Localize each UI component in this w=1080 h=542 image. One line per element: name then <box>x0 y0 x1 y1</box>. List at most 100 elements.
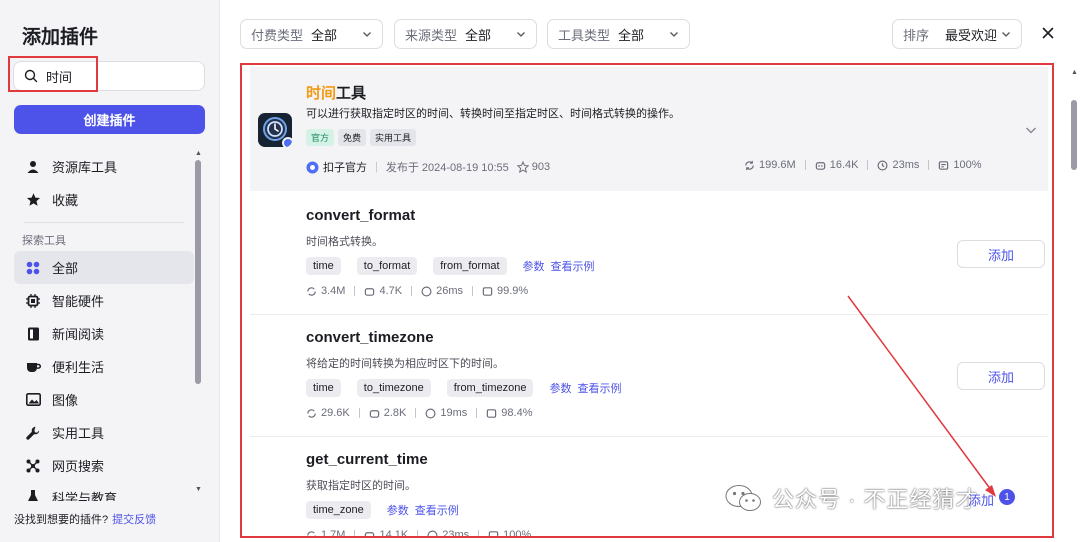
calls-icon <box>745 160 754 170</box>
sidebar-footer: 没找到想要的插件? 提交反馈 <box>14 511 156 527</box>
sort-label: 排序 <box>903 27 930 43</box>
plugin-tags: 官方 免费 实用工具 <box>306 129 417 146</box>
sidebar-item-favorites[interactable]: 收藏 <box>14 183 194 216</box>
title-highlight: 时间 <box>306 85 337 102</box>
params-link[interactable]: 参数 <box>387 502 409 518</box>
divider <box>24 222 184 223</box>
plugin-published: 发布于 2024-08-19 10:55 <box>385 162 509 174</box>
success-rate-icon <box>487 408 497 418</box>
sidebar-item-image[interactable]: 图像 <box>14 383 194 416</box>
filter-source-type[interactable]: 来源类型 全部 <box>394 19 537 49</box>
clock-small-icon <box>427 530 438 536</box>
examples-link[interactable]: 查看示例 <box>551 258 595 274</box>
tool-name: convert_format <box>306 207 416 224</box>
params-link[interactable]: 参数 <box>523 258 545 274</box>
close-icon[interactable] <box>1040 25 1056 41</box>
person-icon <box>24 158 42 176</box>
star-outline-icon[interactable] <box>516 161 529 173</box>
scroll-up-arrow[interactable]: ▲ <box>1071 69 1078 76</box>
success-rate-icon <box>482 286 493 296</box>
sidebar-item-label: 收藏 <box>52 193 79 208</box>
param-chip: from_timezone <box>446 379 534 397</box>
wechat-icon <box>725 485 761 511</box>
examples-link[interactable]: 查看示例 <box>415 502 459 518</box>
stat-latency: 23ms <box>877 159 919 171</box>
chevron-down-icon <box>1002 32 1010 37</box>
network-icon <box>24 457 42 475</box>
watermark: 公众号 · 不正经猜才 <box>724 482 979 514</box>
plugin-source: 扣子官方 <box>323 162 367 174</box>
param-chip: to_timezone <box>356 379 431 397</box>
param-chip: time <box>306 379 341 397</box>
sidebar-item-label: 实用工具 <box>52 426 105 441</box>
plugin-meta: 扣子官方 | 发布于 2024-08-19 10:55 903 <box>306 159 550 175</box>
sidebar-item-science[interactable]: 科学与教育 <box>14 489 194 501</box>
results-scrollbar[interactable] <box>1071 100 1077 170</box>
tag-official: 官方 <box>306 129 335 146</box>
add-tool-button[interactable]: 添加 <box>957 362 1045 390</box>
params-link[interactable]: 参数 <box>549 380 571 396</box>
sidebar-item-label: 网页搜索 <box>52 459 105 474</box>
filter-pay-type[interactable]: 付费类型 全部 <box>240 19 383 49</box>
plugin-favorites: 903 <box>531 161 551 173</box>
section-label: 探索工具 <box>22 235 66 247</box>
stat-calls: 199.6M <box>744 159 796 171</box>
scroll-down-arrow[interactable]: ▼ <box>195 486 202 493</box>
filter-value: 全部 <box>311 27 338 43</box>
feedback-link[interactable]: 提交反馈 <box>112 514 156 526</box>
plugin-card[interactable]: 时间工具 可以进行获取指定时区的时间、转换时间至指定时区、时间格式转换的操作。 … <box>250 67 1048 191</box>
clock-small-icon <box>877 160 888 170</box>
stat-bots: 16.4K <box>815 159 858 171</box>
sidebar-item-utility[interactable]: 实用工具 <box>14 416 194 449</box>
count-badge: 1 <box>999 489 1015 505</box>
tool-stats: 3.4M 4.7K 26ms 99.9% <box>306 285 528 297</box>
sidebar-item-label: 图像 <box>52 393 79 408</box>
clock-small-icon <box>421 286 432 296</box>
scroll-up-arrow[interactable]: ▲ <box>195 150 202 157</box>
sidebar-item-label: 智能硬件 <box>52 294 105 309</box>
create-plugin-button[interactable]: 创建插件 <box>14 105 205 134</box>
tool-item: convert_timezone 将给定的时间转换为相应时区下的时间。 time… <box>250 315 1048 437</box>
title-rest: 工具 <box>336 85 367 102</box>
bot-icon <box>815 161 825 170</box>
tool-stats: 1.7M 14.1K 23ms 100% <box>306 529 531 536</box>
param-chip: to_format <box>356 257 418 275</box>
add-tool-button[interactable]: 添加 <box>957 240 1045 268</box>
sidebar-item-life[interactable]: 便利生活 <box>14 350 194 383</box>
calls-icon <box>307 408 316 418</box>
calls-icon <box>307 286 316 296</box>
tag-category: 实用工具 <box>370 129 417 146</box>
examples-link[interactable]: 查看示例 <box>577 380 621 396</box>
plugin-title: 时间工具 <box>306 82 366 103</box>
sidebar-item-search[interactable]: 网页搜索 <box>14 449 194 482</box>
filter-value: 全部 <box>465 27 492 43</box>
tool-params: time to_format from_format 参数 查看示例 <box>306 257 595 275</box>
tool-item: convert_format 时间格式转换。 time to_format fr… <box>250 193 1048 315</box>
sort-value: 最受欢迎 <box>945 27 998 43</box>
param-chip: time_zone <box>306 501 371 519</box>
add-tool-button[interactable]: 添加 <box>968 490 994 509</box>
filter-label: 工具类型 <box>558 27 611 43</box>
sidebar-scrollbar[interactable] <box>195 160 201 384</box>
sidebar-item-news[interactable]: 新闻阅读 <box>14 317 194 350</box>
success-rate-icon <box>939 160 949 170</box>
sidebar-item-library[interactable]: 资源库工具 <box>14 150 194 183</box>
sidebar-item-all[interactable]: 全部 <box>14 251 194 284</box>
bot-icon <box>369 409 379 418</box>
sidebar-nav: 资源库工具 收藏 探索工具 全部 智能硬件 新闻阅读 便利生活 图像 实用工具 … <box>14 150 194 482</box>
sort-select[interactable]: 排序 最受欢迎 <box>892 19 1022 49</box>
sidebar-item-label: 资源库工具 <box>52 160 118 175</box>
filter-tool-type[interactable]: 工具类型 全部 <box>547 19 690 49</box>
chevron-down-icon <box>363 32 371 37</box>
sidebar: 添加插件 时间 创建插件 资源库工具 收藏 探索工具 全部 智能硬件 新闻阅读 <box>0 0 220 542</box>
chevron-down-icon[interactable] <box>1024 123 1038 137</box>
wrench-icon <box>24 424 42 442</box>
tool-stats: 29.6K 2.8K 19ms 98.4% <box>306 407 533 419</box>
plugin-stats: 199.6M 16.4K 23ms 100% <box>744 159 982 171</box>
watermark-text: 公众号 · 不正经猜才 <box>772 487 979 512</box>
bot-icon <box>365 531 375 536</box>
sidebar-item-hardware[interactable]: 智能硬件 <box>14 284 194 317</box>
tool-description: 获取指定时区的时间。 <box>306 480 416 492</box>
plugin-description: 可以进行获取指定时区的时间、转换时间至指定时区、时间格式转换的操作。 <box>306 108 680 120</box>
tool-description: 时间格式转换。 <box>306 236 383 248</box>
